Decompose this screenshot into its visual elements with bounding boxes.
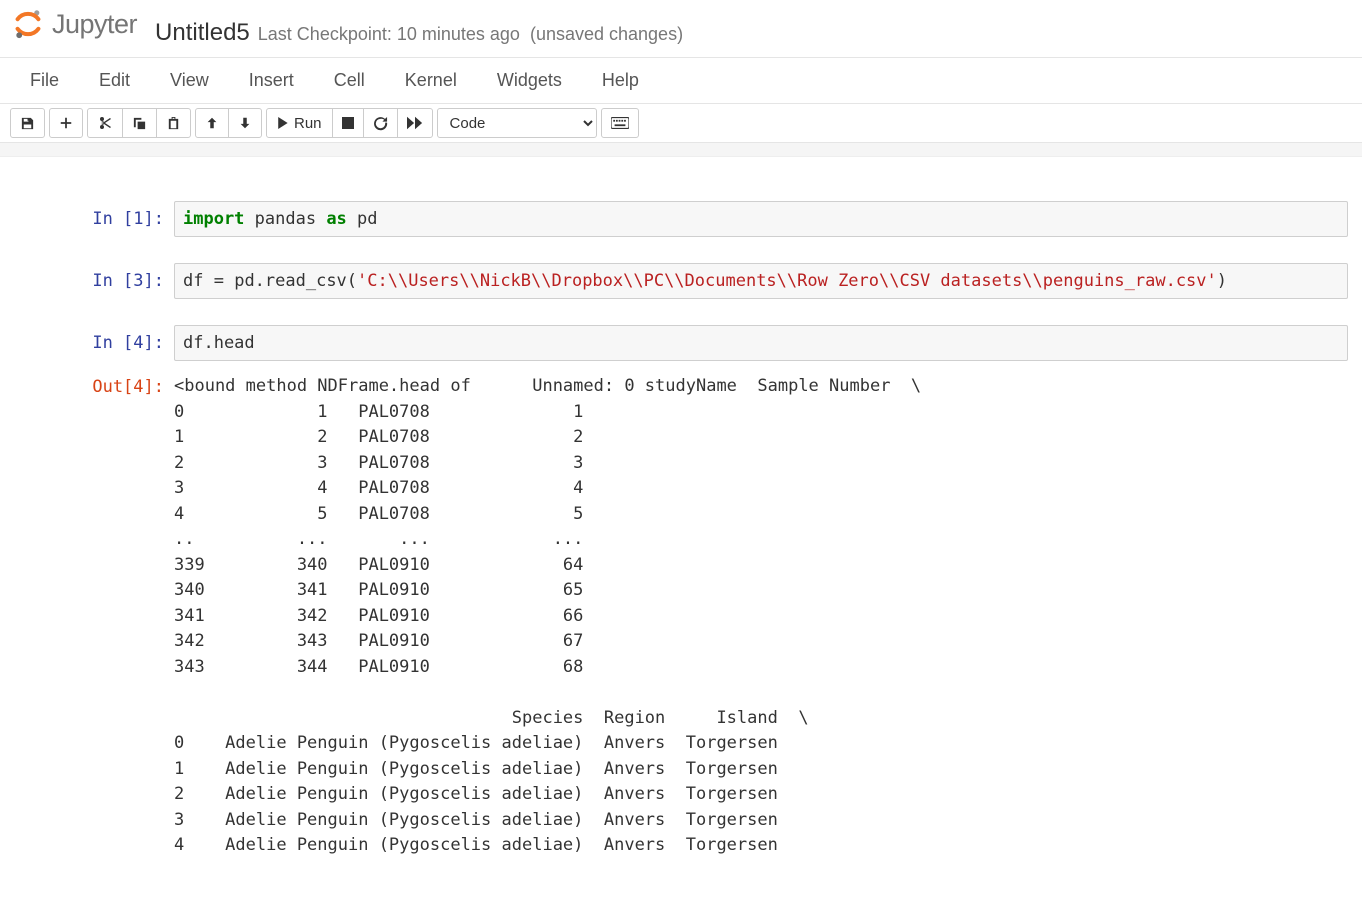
jupyter-logo[interactable]: Jupyter	[12, 8, 137, 40]
cell-type-select[interactable]: Code	[437, 108, 597, 138]
move-down-button[interactable]	[228, 108, 262, 138]
code-cell[interactable]: In [3]: df = pd.read_csv('C:\\Users\\Nic…	[0, 259, 1362, 303]
arrow-down-icon	[238, 116, 252, 130]
command-palette-button[interactable]	[601, 108, 639, 138]
menu-insert[interactable]: Insert	[229, 60, 314, 101]
restart-icon	[373, 116, 388, 131]
restart-button[interactable]	[363, 108, 398, 138]
notebook-gap	[0, 143, 1362, 157]
code-input[interactable]: import pandas as pd	[174, 201, 1348, 237]
menu-file[interactable]: File	[10, 60, 79, 101]
play-icon	[277, 117, 288, 129]
stop-icon	[342, 117, 354, 129]
keyboard-icon	[611, 117, 629, 129]
input-prompt: In [3]:	[14, 263, 174, 299]
menu-widgets[interactable]: Widgets	[477, 60, 582, 101]
menu-help[interactable]: Help	[582, 60, 659, 101]
output-prompt: Out[4]:	[14, 369, 174, 859]
interrupt-button[interactable]	[332, 108, 364, 138]
paste-button[interactable]	[156, 108, 191, 138]
save-button[interactable]	[10, 108, 45, 138]
toolbar: Run Code	[0, 104, 1362, 143]
run-button-label: Run	[294, 115, 322, 132]
notebook: In [1]: import pandas as pd In [3]: df =…	[0, 157, 1362, 903]
menu-cell[interactable]: Cell	[314, 60, 385, 101]
checkpoint-text: Last Checkpoint: 10 minutes ago (unsaved…	[258, 24, 683, 45]
restart-run-all-button[interactable]	[397, 108, 433, 138]
scissors-icon	[97, 115, 113, 131]
run-button[interactable]: Run	[266, 108, 333, 138]
plus-icon	[59, 116, 73, 130]
add-cell-button[interactable]	[49, 108, 83, 138]
input-prompt: In [4]:	[14, 325, 174, 361]
save-icon	[20, 116, 35, 131]
output-text: <bound method NDFrame.head of Unnamed: 0…	[174, 369, 1348, 859]
menu-edit[interactable]: Edit	[79, 60, 150, 101]
copy-icon	[132, 116, 147, 131]
fast-forward-icon	[407, 116, 423, 130]
menubar: File Edit View Insert Cell Kernel Widget…	[0, 57, 1362, 104]
code-input[interactable]: df.head	[174, 325, 1348, 361]
output-cell: Out[4]: <bound method NDFrame.head of Un…	[0, 365, 1362, 863]
move-up-button[interactable]	[195, 108, 229, 138]
paste-icon	[166, 116, 181, 131]
jupyter-logo-icon	[12, 8, 44, 40]
menu-kernel[interactable]: Kernel	[385, 60, 477, 101]
arrow-up-icon	[205, 116, 219, 130]
code-cell[interactable]: In [1]: import pandas as pd	[0, 197, 1362, 241]
header: Jupyter Untitled5 Last Checkpoint: 10 mi…	[0, 0, 1362, 57]
input-prompt: In [1]:	[14, 201, 174, 237]
cut-button[interactable]	[87, 108, 123, 138]
menu-view[interactable]: View	[150, 60, 229, 101]
code-input[interactable]: df = pd.read_csv('C:\\Users\\NickB\\Drop…	[174, 263, 1348, 299]
notebook-title[interactable]: Untitled5	[155, 19, 250, 47]
copy-button[interactable]	[122, 108, 157, 138]
jupyter-logo-text: Jupyter	[52, 9, 137, 40]
code-cell[interactable]: In [4]: df.head	[0, 321, 1362, 365]
